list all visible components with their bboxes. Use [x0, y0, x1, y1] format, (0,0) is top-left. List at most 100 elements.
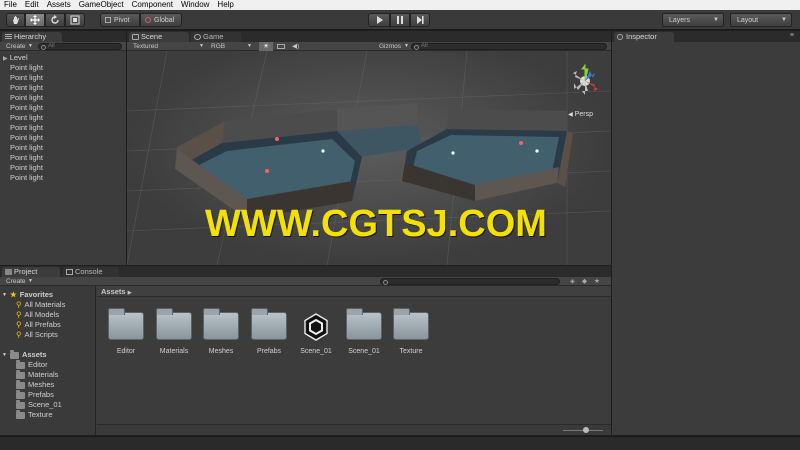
play-button[interactable]	[368, 13, 390, 27]
tree-folder[interactable]: Materials	[16, 369, 58, 380]
asset-folder-prefabs[interactable]: Prefabs	[246, 308, 292, 355]
favorite-label: All Models	[24, 310, 60, 319]
tab-scene[interactable]: Scene	[129, 32, 189, 42]
scale-tool-button[interactable]	[65, 13, 85, 27]
persp-text: Persp	[574, 111, 593, 118]
color-mode-dropdown[interactable]: RGB	[211, 42, 225, 51]
scene-search-input[interactable]: All	[411, 43, 607, 50]
favorite-item[interactable]: ⚲ All Models	[16, 310, 59, 320]
asset-folder-materials[interactable]: Materials	[151, 308, 197, 355]
layout-label: Layout	[737, 16, 759, 24]
search-icon: ⚲	[16, 320, 22, 329]
asset-folder-editor[interactable]: Editor	[103, 308, 149, 355]
menu-window[interactable]: Window	[177, 0, 213, 10]
image-effects-icon[interactable]	[277, 44, 285, 49]
hand-tool-button[interactable]	[6, 13, 25, 27]
star-icon: ★	[9, 290, 17, 299]
tree-folder[interactable]: Prefabs	[16, 389, 54, 400]
pivot-label: Pivot	[114, 16, 130, 24]
hierarchy-item[interactable]: Point light	[10, 73, 43, 83]
favorite-label: All Materials	[24, 300, 66, 309]
zoom-slider-handle[interactable]	[583, 427, 589, 433]
favorites-label: Favorites	[19, 290, 54, 299]
menu-assets[interactable]: Assets	[43, 0, 75, 10]
dropdown-arrow-icon: ▼	[247, 43, 252, 49]
hierarchy-item[interactable]: Point light	[10, 163, 43, 173]
tree-folder[interactable]: Scene_01	[16, 399, 62, 410]
layers-dropdown[interactable]: Layers ▼	[662, 13, 724, 27]
favorite-item[interactable]: ⚲ All Scripts	[16, 330, 58, 340]
hierarchy-tab-label: Hierarchy	[14, 32, 47, 41]
hierarchy-create-button[interactable]: Create	[6, 42, 26, 51]
favorite-item[interactable]: ⚲ All Materials	[16, 300, 65, 310]
menu-gameobject[interactable]: GameObject	[75, 0, 128, 10]
hierarchy-item[interactable]: Point light	[10, 103, 43, 113]
lighting-toggle[interactable]: ☀	[259, 42, 273, 51]
asset-folder-texture[interactable]: Texture	[388, 308, 434, 355]
tree-folder[interactable]: Meshes	[16, 379, 54, 390]
hierarchy-root[interactable]: ▶ Level	[3, 53, 28, 63]
project-tabbar: Project Console	[0, 266, 611, 277]
step-button[interactable]	[410, 13, 430, 27]
menu-file[interactable]: File	[0, 0, 21, 10]
hierarchy-item[interactable]: Point light	[10, 173, 43, 183]
asset-label: Scene_01	[300, 348, 332, 355]
assets-header[interactable]: ▼ Assets	[2, 349, 47, 360]
tab-project[interactable]: Project	[2, 267, 60, 277]
project-search-input[interactable]	[380, 278, 560, 285]
layout-dropdown[interactable]: Layout ▼	[730, 13, 792, 27]
panel-menu-icon[interactable]: ≡	[790, 32, 794, 39]
assets-label: Assets	[21, 350, 47, 359]
hierarchy-item[interactable]: Point light	[10, 83, 43, 93]
orientation-gizmo[interactable]	[565, 59, 605, 103]
hierarchy-item[interactable]: Point light	[10, 113, 43, 123]
filter-type-icon[interactable]: ◈	[570, 277, 575, 286]
favorite-star-icon[interactable]: ★	[594, 277, 600, 286]
menu-edit[interactable]: Edit	[21, 0, 43, 10]
menu-component[interactable]: Component	[128, 0, 177, 10]
hierarchy-search-input[interactable]: All	[38, 43, 122, 50]
pivot-toggle[interactable]: Pivot	[100, 13, 140, 27]
tab-inspector[interactable]: Inspector	[614, 32, 674, 42]
scale-icon	[70, 15, 80, 25]
dropdown-arrow-icon: ▼	[781, 17, 787, 23]
scene-subbar: Textured ▼ RGB ▼ ☀ ◀) Gizmos ▼ All	[127, 42, 611, 51]
folder-icon	[16, 379, 25, 389]
render-mode-dropdown[interactable]: Textured	[133, 42, 158, 51]
hierarchy-item[interactable]: Point light	[10, 143, 43, 153]
favorite-item[interactable]: ⚲ All Prefabs	[16, 320, 61, 330]
game-tab-label: Game	[203, 32, 224, 41]
global-toggle[interactable]: Global	[140, 13, 182, 27]
folder-icon	[9, 349, 19, 359]
filter-label-icon[interactable]: ◆	[582, 277, 587, 286]
folder-icon	[346, 308, 382, 340]
tree-folder[interactable]: Texture	[16, 409, 53, 420]
tab-game[interactable]: Game	[191, 32, 241, 42]
breadcrumb-assets[interactable]: Assets	[101, 287, 126, 296]
hierarchy-item[interactable]: Point light	[10, 153, 43, 163]
move-tool-button[interactable]	[25, 13, 45, 27]
toolbar: Pivot Global Layers ▼ Layout ▼	[0, 10, 800, 30]
rotate-tool-button[interactable]	[45, 13, 65, 27]
gizmos-dropdown[interactable]: Gizmos	[379, 42, 401, 51]
pause-button[interactable]	[390, 13, 410, 27]
menu-help[interactable]: Help	[213, 0, 237, 10]
asset-scene-file[interactable]: Scene_01	[293, 312, 339, 355]
project-create-button[interactable]: Create	[6, 277, 26, 286]
favorites-header[interactable]: ▼ ★ Favorites	[2, 290, 53, 300]
hierarchy-item[interactable]: Point light	[10, 63, 43, 73]
tab-hierarchy[interactable]: Hierarchy	[2, 32, 62, 42]
tree-folder[interactable]: Editor	[16, 359, 48, 370]
audio-toggle[interactable]: ◀)	[292, 42, 299, 51]
hierarchy-item[interactable]: Point light	[10, 93, 43, 103]
persp-label[interactable]: ◀ Persp	[568, 111, 593, 118]
asset-folder-scene01[interactable]: Scene_01	[341, 308, 387, 355]
search-icon: ⚲	[16, 330, 22, 339]
hierarchy-item[interactable]: Point light	[10, 133, 43, 143]
hierarchy-item[interactable]: Point light	[10, 123, 43, 133]
hand-icon	[12, 16, 19, 24]
asset-folder-meshes[interactable]: Meshes	[198, 308, 244, 355]
search-icon: ⚲	[16, 300, 22, 309]
tab-console[interactable]: Console	[63, 267, 119, 277]
asset-label: Materials	[159, 348, 189, 355]
